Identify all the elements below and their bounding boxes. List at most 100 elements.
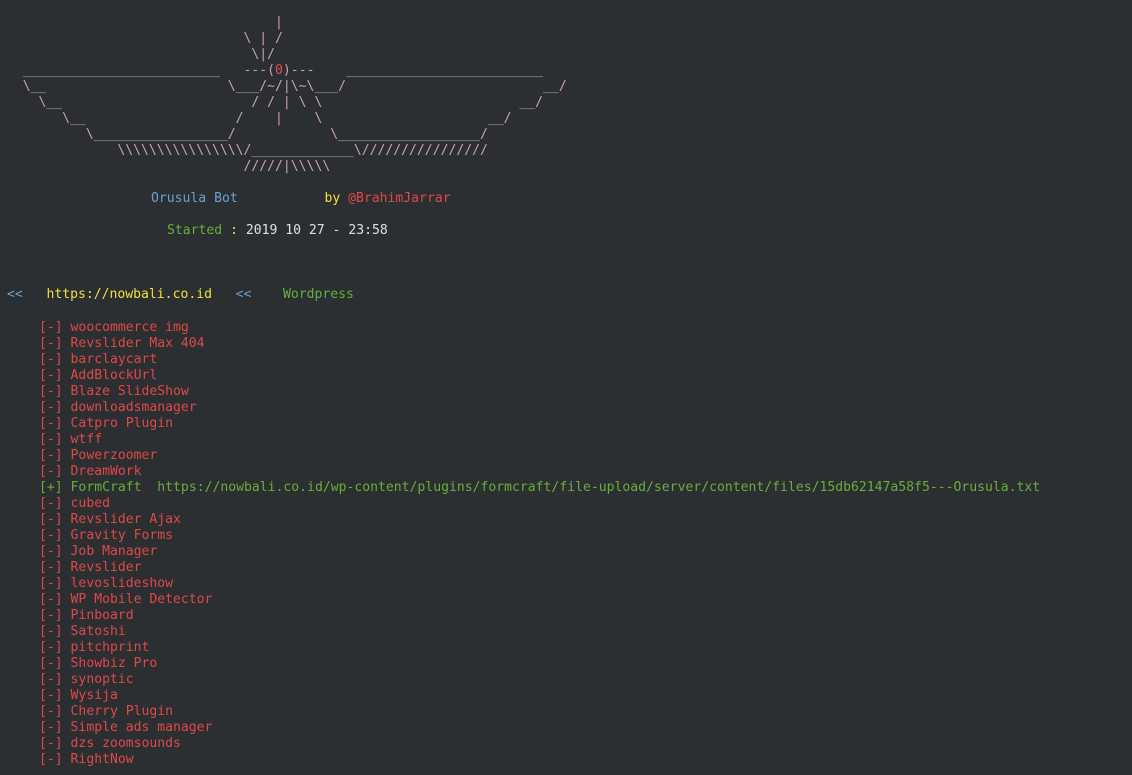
result-status: [-] [39,368,63,383]
result-plugin-name: Blaze SlideShow [70,384,189,399]
banner-line: \ | / [7,31,283,46]
bot-title-line: Orusula Bot by @BrahimJarrar [151,191,451,207]
result-plugin-name: Job Manager [70,544,158,559]
bot-name: Orusula Bot [151,191,238,206]
result-plugin-name: Satoshi [70,624,126,639]
result-row: [-] Simple ads manager [39,720,1040,736]
result-row: [-] pitchprint [39,640,1040,656]
result-row: [-] barclaycart [39,352,1040,368]
result-status: [-] [39,496,63,511]
result-status: [-] [39,352,63,367]
result-plugin-name: Cherry Plugin [70,704,174,719]
result-status: [-] [39,752,63,767]
banner-line: \\\\\\\\\\\\\\\\/_____________\/////////… [7,143,488,158]
result-status: [-] [39,384,63,399]
result-status: [-] [39,528,63,543]
banner-line: \__ / / | \ \ __/ [7,95,544,110]
arrow-left-icon: << [7,287,23,302]
result-row: [-] dzs zoomsounds [39,736,1040,752]
result-row: [-] Gravity Forms [39,528,1040,544]
result-plugin-name: FormCraft [70,480,142,495]
result-plugin-name: Catpro Plugin [70,416,174,431]
result-status: [-] [39,672,63,687]
result-plugin-name: WP Mobile Detector [70,592,213,607]
result-status: [-] [39,400,63,415]
result-row: [-] levoslideshow [39,576,1040,592]
result-plugin-name: Simple ads manager [70,720,213,735]
started-label: Started [167,223,223,238]
target-line: << https://nowbali.co.id << Wordpress [7,287,354,303]
result-row: [-] woocommerce img [39,320,1040,336]
result-row: [-] Powerzoomer [39,448,1040,464]
result-plugin-name: downloadsmanager [70,400,197,415]
banner-line-suffix: )--- _________________________ [282,63,544,78]
result-plugin-name: wtff [70,432,103,447]
result-status: [-] [39,704,63,719]
banner-eye: 0 [275,63,283,78]
result-plugin-name: Revslider Max 404 [70,336,205,351]
result-plugin-name: Revslider Ajax [70,512,181,527]
result-row: [-] cubed [39,496,1040,512]
result-status: [-] [39,576,63,591]
terminal-window: | \ | / \|/ _________________________ --… [0,0,1132,775]
arrow-right-icon: << [235,287,252,302]
result-row: [-] Cherry Plugin [39,704,1040,720]
result-row: [-] Revslider Ajax [39,512,1040,528]
author-handle: @BrahimJarrar [348,191,451,206]
result-status: [-] [39,336,63,351]
started-colon: : [230,223,238,238]
target-url: https://nowbali.co.id [46,287,212,302]
result-row: [-] Wysija [39,688,1040,704]
result-row: [-] DreamWork [39,464,1040,480]
banner-line: \__ \___/~/|\~\___/ __/ [7,79,567,94]
result-row: [-] Blaze SlideShow [39,384,1040,400]
cms-name: Wordpress [282,287,354,302]
result-status: [-] [39,432,63,447]
result-plugin-name: Powerzoomer [70,448,158,463]
result-status: [-] [39,656,63,671]
result-plugin-name: pitchprint [70,640,150,655]
result-row: [-] Satoshi [39,624,1040,640]
result-status: [+] [39,480,63,495]
result-status: [-] [39,608,63,623]
result-row: [-] wtff [39,432,1040,448]
result-plugin-name: barclaycart [70,352,158,367]
result-status: [-] [39,544,63,559]
result-plugin-name: dzs zoomsounds [70,736,181,751]
started-line: Started : 2019 10 27 - 23:58 [167,223,388,239]
result-row: [-] Pinboard [39,608,1040,624]
result-row: [-] Revslider Max 404 [39,336,1040,352]
result-row: [-] Showbiz Pro [39,656,1040,672]
result-status: [-] [39,464,63,479]
ascii-banner: | \ | / \|/ _________________________ --… [7,15,567,175]
started-timestamp: 2019 10 27 - 23:58 [245,223,388,238]
banner-line: \_________________/ \__________________/ [7,127,488,142]
result-status: [-] [39,512,63,527]
result-row: [-] AddBlockUrl [39,368,1040,384]
result-plugin-name: woocommerce img [70,320,189,335]
result-plugin-name: AddBlockUrl [70,368,158,383]
result-plugin-name: levoslideshow [70,576,174,591]
result-status: [-] [39,448,63,463]
result-row: [-] Catpro Plugin [39,416,1040,432]
result-plugin-name: synoptic [70,672,134,687]
result-row: [-] Revslider [39,560,1040,576]
result-row: [-] Job Manager [39,544,1040,560]
banner-line: | [7,15,283,30]
result-status: [-] [39,640,63,655]
result-plugin-name: Pinboard [70,608,134,623]
banner-line: /////|\\\\\ [7,159,331,174]
result-row: [-] synoptic [39,672,1040,688]
result-plugin-name: Revslider [70,560,142,575]
result-plugin-name: Showbiz Pro [70,656,158,671]
result-plugin-name: cubed [70,496,110,511]
result-status: [-] [39,560,63,575]
result-exploit-link[interactable]: https://nowbali.co.id/wp-content/plugins… [157,480,1040,495]
results-list: [-] woocommerce img [-] Revslider Max 404… [39,320,1040,768]
result-plugin-name: Wysija [70,688,118,703]
result-plugin-name: RightNow [70,752,134,767]
result-status: [-] [39,720,63,735]
result-status: [-] [39,592,63,607]
banner-line: _________________________ ---( [7,63,276,78]
result-status: [-] [39,416,63,431]
